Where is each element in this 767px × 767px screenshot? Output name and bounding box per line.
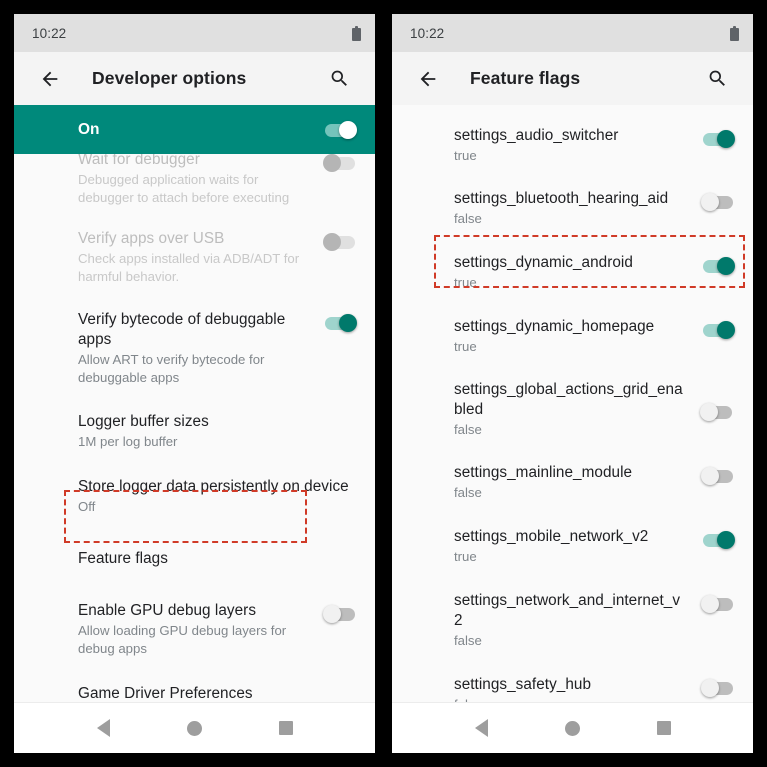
- list-item[interactable]: Logger buffer sizes 1M per log buffer: [14, 412, 375, 451]
- list-item-title: settings_dynamic_homepage: [454, 318, 655, 335]
- nav-bar-left: [14, 702, 375, 753]
- list-item-title: settings_global_actions_grid_enabled: [454, 381, 683, 418]
- screenshot-root: 10:22 Developer options On Wait for debu…: [0, 0, 767, 767]
- master-switch-row[interactable]: On: [14, 105, 375, 154]
- list-item-dynamic-android[interactable]: settings_dynamic_android true: [392, 253, 753, 292]
- battery-icon: [730, 25, 739, 41]
- list-item-title: Game Driver Preferences: [78, 685, 253, 702]
- list-item-title: Feature flags: [78, 550, 168, 567]
- nav-bar-right: [392, 702, 753, 753]
- list-item[interactable]: Wait for debugger Debugged application w…: [14, 150, 375, 207]
- list-item-feature-flags[interactable]: Feature flags: [14, 549, 375, 569]
- status-bar-left: 10:22: [14, 14, 375, 52]
- back-arrow-icon[interactable]: [30, 59, 70, 99]
- list-item-toggle[interactable]: [323, 232, 357, 252]
- list-item-summary: false: [454, 422, 482, 437]
- list-item-toggle[interactable]: [701, 320, 735, 340]
- app-bar-left: Developer options: [14, 52, 375, 105]
- list-item[interactable]: settings_safety_hub false: [392, 675, 753, 702]
- list-item[interactable]: Store logger data persistently on device…: [14, 477, 375, 516]
- list-item-summary: Allow ART to verify bytecode for debugga…: [78, 352, 265, 385]
- search-icon[interactable]: [697, 59, 737, 99]
- list-item[interactable]: settings_audio_switcher true: [392, 126, 753, 165]
- list-item-title: settings_mobile_network_v2: [454, 528, 649, 545]
- list-item-toggle[interactable]: [701, 256, 735, 276]
- list-item[interactable]: settings_dynamic_homepage true: [392, 317, 753, 356]
- list-item-summary: Off: [78, 499, 96, 514]
- master-switch-toggle[interactable]: [323, 120, 357, 140]
- search-icon[interactable]: [319, 59, 359, 99]
- list-item-summary: Allow loading GPU debug layers for debug…: [78, 623, 287, 656]
- page-title: Developer options: [92, 68, 247, 88]
- list-item-summary: true: [454, 275, 477, 290]
- list-item-title: Logger buffer sizes: [78, 413, 209, 430]
- list-item-summary: true: [454, 549, 477, 564]
- list-body-left[interactable]: On Wait for debugger Debugged applicatio…: [14, 105, 375, 702]
- status-time: 10:22: [410, 25, 445, 41]
- nav-recents-icon[interactable]: [264, 706, 308, 750]
- list-item-toggle[interactable]: [701, 466, 735, 486]
- list-item-title: Verify apps over USB: [78, 230, 225, 247]
- list-item-summary: Debugged application waits for debugger …: [78, 172, 290, 205]
- list-item-toggle[interactable]: [323, 313, 357, 333]
- list-item[interactable]: settings_bluetooth_hearing_aid false: [392, 189, 753, 228]
- list-item-toggle[interactable]: [701, 129, 735, 149]
- phone-left-developer-options: 10:22 Developer options On Wait for debu…: [14, 14, 375, 753]
- list-item-summary: 1M per log buffer: [78, 434, 178, 449]
- list-item-toggle[interactable]: [323, 604, 357, 624]
- page-title: Feature flags: [470, 68, 581, 88]
- nav-back-icon[interactable]: [82, 706, 126, 750]
- list-item-title: settings_network_and_internet_v2: [454, 592, 681, 629]
- list-item-title: settings_mainline_module: [454, 464, 633, 481]
- app-bar-right: Feature flags: [392, 52, 753, 105]
- list-item[interactable]: settings_global_actions_grid_enabled fal…: [392, 380, 753, 439]
- list-item-title: Store logger data persistently on device: [78, 478, 349, 495]
- list-item-summary: false: [454, 485, 482, 500]
- list-item-title: settings_audio_switcher: [454, 127, 619, 144]
- list-item-toggle[interactable]: [701, 530, 735, 550]
- list-item-summary: Check apps installed via ADB/ADT for har…: [78, 251, 300, 284]
- list-item-toggle[interactable]: [701, 678, 735, 698]
- list-item-title: settings_dynamic_android: [454, 254, 633, 271]
- list-item-summary: false: [454, 211, 482, 226]
- master-switch-label: On: [78, 120, 100, 138]
- list-item-summary: true: [454, 339, 477, 354]
- list-item-summary: true: [454, 148, 477, 163]
- list-item-summary: false: [454, 633, 482, 648]
- list-item-toggle[interactable]: [323, 153, 357, 173]
- list-item[interactable]: Enable GPU debug layers Allow loading GP…: [14, 601, 375, 658]
- list-item-title: settings_safety_hub: [454, 676, 592, 693]
- list-item-title: settings_bluetooth_hearing_aid: [454, 190, 669, 207]
- list-item[interactable]: Game Driver Preferences Modify Game Driv…: [14, 684, 375, 702]
- list-item-toggle[interactable]: [700, 402, 734, 422]
- list-item-summary: false: [454, 696, 687, 702]
- list-item[interactable]: settings_mainline_module false: [392, 463, 753, 502]
- list-item[interactable]: Verify bytecode of debuggable apps Allow…: [14, 310, 375, 387]
- list-item-title: Verify bytecode of debuggable apps: [78, 311, 286, 348]
- status-bar-right: 10:22: [392, 14, 753, 52]
- list-item[interactable]: Verify apps over USB Check apps installe…: [14, 229, 375, 286]
- list-item-title: Enable GPU debug layers: [78, 602, 257, 619]
- list-item-toggle[interactable]: [701, 594, 735, 614]
- nav-back-icon[interactable]: [460, 706, 504, 750]
- nav-recents-icon[interactable]: [642, 706, 686, 750]
- status-time: 10:22: [32, 25, 67, 41]
- phone-right-feature-flags: 10:22 Feature flags settings_audio_switc…: [392, 14, 753, 753]
- list-item[interactable]: settings_network_and_internet_v2 false: [392, 591, 753, 650]
- list-body-right[interactable]: settings_audio_switcher true settings_bl…: [392, 105, 753, 702]
- list-item[interactable]: settings_mobile_network_v2 true: [392, 527, 753, 566]
- back-arrow-icon[interactable]: [408, 59, 448, 99]
- battery-icon: [352, 25, 361, 41]
- list-item-toggle[interactable]: [701, 192, 735, 212]
- nav-home-icon[interactable]: [173, 706, 217, 750]
- nav-home-icon[interactable]: [551, 706, 595, 750]
